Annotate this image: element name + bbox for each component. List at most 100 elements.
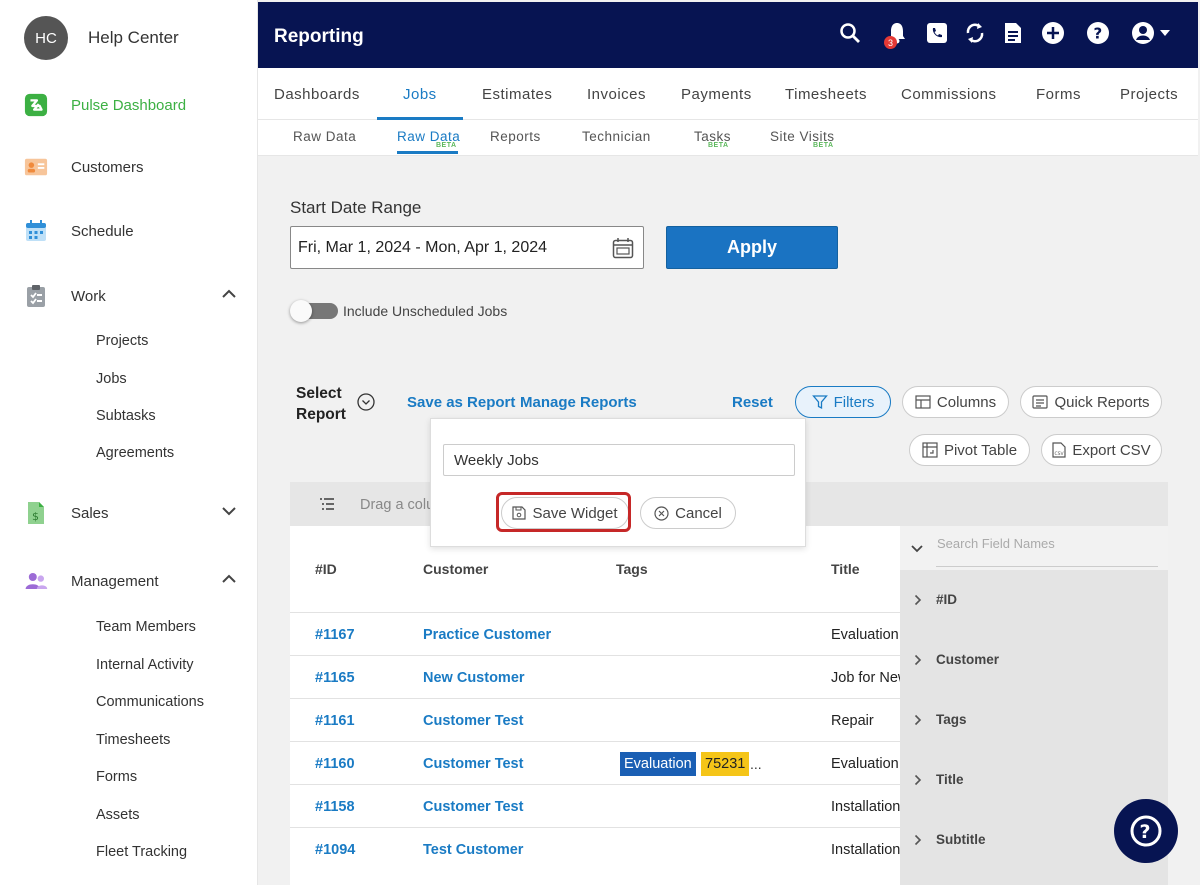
jobs-table: #ID Customer Tags Title #1167 Practice C… — [290, 526, 900, 885]
calendar-icon[interactable] — [612, 237, 634, 264]
sidebar-item-label: Sales — [71, 504, 109, 522]
calendar-icon — [24, 219, 48, 243]
job-title: Installation — [831, 799, 900, 815]
sidebar-subitem-agreements[interactable]: Agreements — [96, 445, 174, 461]
widget-name-input[interactable]: Weekly Jobs — [443, 444, 795, 476]
search-icon[interactable] — [837, 20, 863, 46]
subtab-reports[interactable]: Reports — [490, 129, 541, 144]
sidebar-header[interactable]: HC Help Center — [24, 16, 179, 60]
tab-projects[interactable]: Projects — [1120, 86, 1178, 103]
column-header-id[interactable]: #ID — [315, 561, 337, 577]
customer-link[interactable]: New Customer — [423, 670, 525, 686]
export-csv-button[interactable]: CSV Export CSV — [1041, 434, 1162, 466]
customer-link[interactable]: Practice Customer — [423, 627, 551, 643]
page-title: Reporting — [274, 26, 364, 47]
manage-reports-link[interactable]: Manage Reports — [520, 394, 637, 411]
column-header-customer[interactable]: Customer — [423, 561, 488, 577]
sidebar-subitem-team-members[interactable]: Team Members — [96, 619, 196, 635]
sidebar-item-management[interactable]: Management — [24, 569, 236, 593]
tab-commissions[interactable]: Commissions — [901, 86, 997, 103]
pivot-table-button[interactable]: Pivot Table — [909, 434, 1030, 466]
job-id-link[interactable]: #1165 — [315, 670, 355, 686]
sync-icon[interactable] — [962, 20, 988, 46]
job-id-link[interactable]: #1160 — [315, 756, 355, 772]
column-header-title[interactable]: Title — [831, 561, 860, 577]
chevron-down-circle-icon[interactable] — [357, 393, 375, 411]
add-icon[interactable] — [1040, 20, 1066, 46]
unscheduled-jobs-toggle[interactable] — [290, 300, 340, 322]
phone-icon[interactable] — [924, 20, 950, 46]
sidebar-item-work[interactable]: Work — [24, 284, 236, 308]
date-range-value: Fri, Mar 1, 2024 - Mon, Apr 1, 2024 — [298, 239, 548, 256]
pulse-icon — [24, 93, 48, 117]
job-id-link[interactable]: #1158 — [315, 799, 355, 815]
sidebar-subitem-subtasks[interactable]: Subtasks — [96, 408, 156, 424]
job-title: Repair — [831, 713, 874, 729]
sidebar-item-customers[interactable]: Customers — [24, 155, 236, 179]
field-item-subtitle[interactable]: Subtitle — [913, 832, 986, 847]
column-header-tags[interactable]: Tags — [616, 561, 648, 577]
sidebar-item-pulse-dashboard[interactable]: Pulse Dashboard — [24, 93, 236, 117]
chevron-down-icon[interactable] — [911, 541, 923, 559]
sidebar-subitem-projects[interactable]: Projects — [96, 333, 148, 349]
tab-estimates[interactable]: Estimates — [482, 86, 552, 103]
tab-forms[interactable]: Forms — [1036, 86, 1081, 103]
document-icon[interactable] — [1000, 20, 1026, 46]
customer-link[interactable]: Customer Test — [423, 713, 523, 729]
avatar[interactable]: HC — [24, 16, 68, 60]
customer-link[interactable]: Customer Test — [423, 799, 523, 815]
chevron-right-icon — [914, 654, 922, 665]
job-id-link[interactable]: #1161 — [315, 713, 355, 729]
help-icon[interactable]: ? — [1085, 20, 1111, 46]
chevron-up-icon[interactable] — [222, 571, 236, 589]
filters-button[interactable]: Filters — [795, 386, 891, 418]
tab-invoices[interactable]: Invoices — [587, 86, 646, 103]
sidebar-subitem-forms[interactable]: Forms — [96, 769, 137, 785]
sidebar-subitem-communications[interactable]: Communications — [96, 694, 204, 710]
sidebar-subitem-internal-activity[interactable]: Internal Activity — [96, 657, 194, 673]
account-icon[interactable] — [1130, 20, 1174, 46]
svg-text:?: ? — [1094, 25, 1103, 43]
date-range-input[interactable]: Fri, Mar 1, 2024 - Mon, Apr 1, 2024 — [290, 226, 644, 269]
quick-reports-button[interactable]: Quick Reports — [1020, 386, 1162, 418]
sidebar-subitem-fleet-tracking[interactable]: Fleet Tracking — [96, 844, 187, 860]
tab-dashboards[interactable]: Dashboards — [274, 86, 360, 103]
sidebar-item-schedule[interactable]: Schedule — [24, 219, 236, 243]
tab-timesheets[interactable]: Timesheets — [785, 86, 867, 103]
field-search-input[interactable]: Search Field Names — [937, 536, 1055, 551]
customer-link[interactable]: Test Customer — [423, 842, 523, 858]
svg-text:$: $ — [32, 510, 39, 523]
chevron-down-icon[interactable] — [222, 503, 236, 521]
table-row: #1167 Practice Customer Evaluation — [290, 612, 900, 655]
job-id-link[interactable]: #1094 — [315, 842, 355, 858]
select-report-label[interactable]: Select Report — [296, 383, 346, 425]
save-as-report-link[interactable]: Save as Report — [407, 394, 515, 411]
sub-tabs: Raw Data Raw Data BETA Reports Technicia… — [258, 120, 1198, 156]
table-row: #1160 Customer Test Evaluation 75231 ...… — [290, 741, 900, 784]
job-title: Installation — [831, 842, 900, 858]
subtab-technician[interactable]: Technician — [582, 129, 651, 144]
subtab-raw-data[interactable]: Raw Data — [293, 129, 356, 144]
sidebar-subitem-timesheets[interactable]: Timesheets — [96, 732, 170, 748]
table-row: #1158 Customer Test Installation — [290, 784, 900, 827]
chevron-right-icon — [914, 774, 922, 785]
apply-button[interactable]: Apply — [666, 226, 838, 269]
sidebar-subitem-jobs[interactable]: Jobs — [96, 371, 127, 387]
tab-jobs[interactable]: Jobs — [403, 86, 437, 103]
field-item-customer[interactable]: Customer — [913, 652, 999, 667]
reset-link[interactable]: Reset — [732, 394, 773, 411]
help-chat-button[interactable]: ? — [1114, 799, 1178, 863]
close-circle-icon — [654, 505, 669, 521]
help-icon: ? — [1130, 815, 1162, 847]
columns-button[interactable]: Columns — [902, 386, 1009, 418]
chevron-up-icon[interactable] — [222, 286, 236, 304]
tab-payments[interactable]: Payments — [681, 86, 752, 103]
field-item-title[interactable]: Title — [913, 772, 964, 787]
field-item-id[interactable]: #ID — [913, 592, 957, 607]
cancel-button[interactable]: Cancel — [640, 497, 736, 529]
sidebar-subitem-assets[interactable]: Assets — [96, 807, 140, 823]
job-id-link[interactable]: #1167 — [315, 627, 355, 643]
field-item-tags[interactable]: Tags — [913, 712, 967, 727]
sidebar-item-sales[interactable]: $ Sales — [24, 501, 236, 525]
customer-link[interactable]: Customer Test — [423, 756, 523, 772]
